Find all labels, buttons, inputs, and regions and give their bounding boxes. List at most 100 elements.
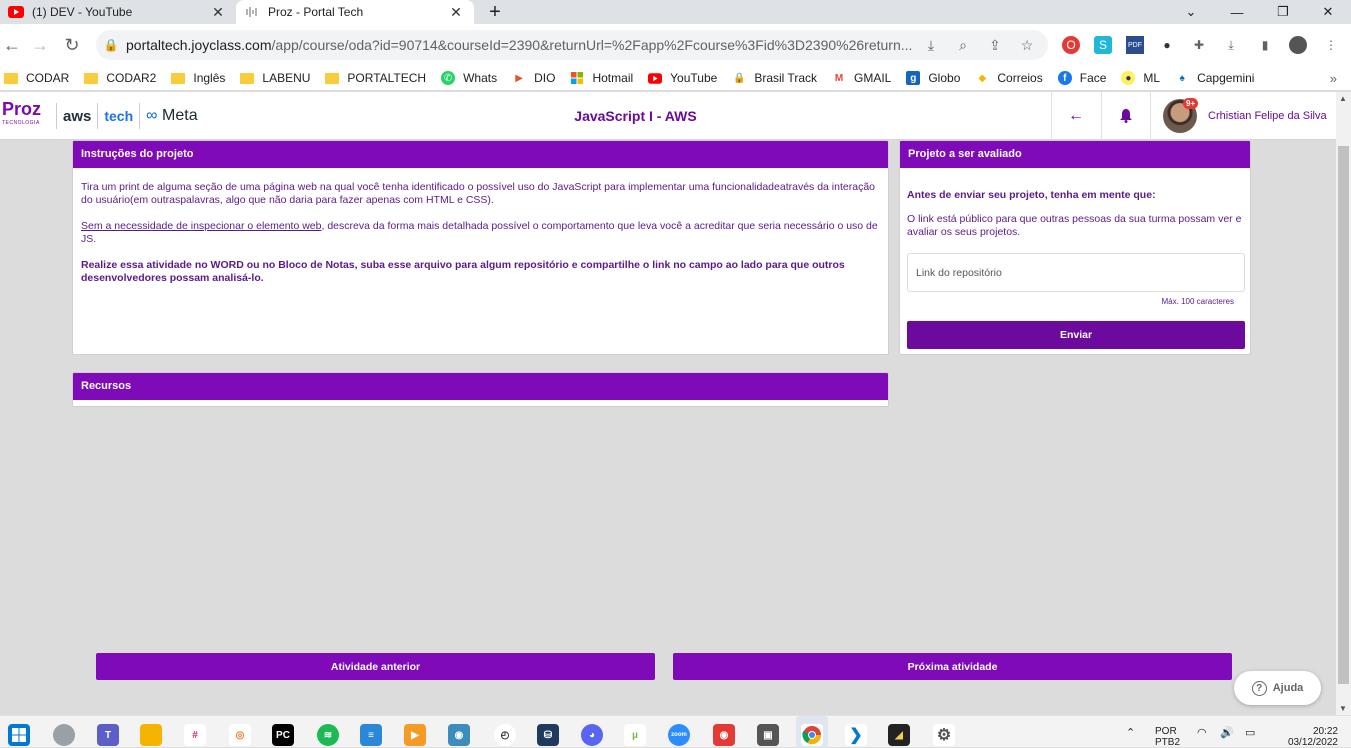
jupyter-icon[interactable]: ◎: [229, 724, 251, 746]
search-icon[interactable]: [53, 724, 75, 746]
language-indicator[interactable]: POR PTB2: [1155, 726, 1180, 748]
chevron-down-icon[interactable]: ⌄: [1168, 0, 1214, 24]
profile-icon[interactable]: [1289, 36, 1307, 54]
notepad-icon[interactable]: ≡: [360, 724, 382, 746]
bookmark-portaltech[interactable]: PORTALTECH: [325, 71, 426, 85]
audio-wave-icon: [244, 4, 260, 20]
opera-extension-icon[interactable]: O: [1062, 36, 1080, 54]
camera-app-icon[interactable]: ◉: [713, 724, 735, 746]
new-tab-button[interactable]: +: [482, 0, 508, 24]
slack-icon[interactable]: #: [184, 724, 206, 746]
pycharm-icon[interactable]: PC: [272, 724, 294, 746]
windows-taskbar: T # ◎ PC ≋ ≡ ▶ ◉ ◴ ⛁ ◕ µ zoom ◉ ▣ ❯ ◢ ⚙ …: [0, 715, 1351, 748]
page-scrollbar[interactable]: ▲ ▼: [1336, 92, 1351, 715]
tab-dev-youtube[interactable]: (1) DEV - YouTube ✕: [0, 0, 236, 24]
project-subheading: Antes de enviar seu projeto, tenha em me…: [907, 189, 1156, 201]
close-window-button[interactable]: ✕: [1305, 0, 1351, 24]
sticky-notes-icon[interactable]: ◢: [888, 724, 910, 746]
download-icon[interactable]: ⤓: [1222, 36, 1240, 54]
folder-icon: [240, 72, 255, 84]
file-explorer-icon[interactable]: [140, 724, 162, 746]
teams-icon[interactable]: T: [97, 724, 119, 746]
side-panel-icon[interactable]: ▮: [1256, 36, 1274, 54]
repository-link-input[interactable]: [907, 253, 1245, 292]
maps-icon[interactable]: ◉: [448, 724, 470, 746]
user-name[interactable]: Crhistian Felipe da Silva: [1208, 110, 1327, 122]
more-bookmarks-icon[interactable]: »: [1330, 71, 1337, 86]
bookmark-ml[interactable]: ● ML: [1121, 71, 1160, 85]
chrome-icon[interactable]: [801, 724, 823, 746]
bookmark-codar2[interactable]: CODAR2: [84, 71, 156, 85]
submit-button[interactable]: Enviar: [907, 321, 1245, 349]
maximize-button[interactable]: ❐: [1260, 0, 1306, 24]
tab-title: (1) DEV - YouTube: [32, 5, 133, 19]
help-button[interactable]: ? Ajuda: [1234, 671, 1321, 705]
back-button[interactable]: ←: [0, 33, 24, 57]
clock[interactable]: 20:22 03/12/2022: [1278, 726, 1338, 748]
volume-icon[interactable]: 🔊: [1220, 726, 1234, 739]
bookmark-face[interactable]: f Face: [1057, 71, 1106, 85]
minimize-button[interactable]: —: [1214, 0, 1260, 24]
zoom-icon[interactable]: ⌕: [952, 34, 974, 56]
install-icon[interactable]: ⤓: [920, 34, 942, 56]
share-icon[interactable]: ⇪: [984, 34, 1006, 56]
url-text[interactable]: portaltech.joyclass.com/app/course/oda?i…: [126, 37, 920, 53]
s-extension-icon[interactable]: S: [1094, 36, 1112, 54]
zoom-icon[interactable]: zoom: [668, 724, 690, 746]
microsoft-icon: [570, 71, 584, 85]
reload-button[interactable]: ↻: [60, 33, 84, 57]
media-player-icon[interactable]: ▶: [404, 724, 426, 746]
scroll-up-icon[interactable]: ▲: [1339, 94, 1347, 103]
spotify-icon[interactable]: ≋: [317, 724, 339, 746]
back-arrow-icon[interactable]: ←: [1066, 106, 1086, 126]
menu-dots-icon[interactable]: ⋮: [1322, 36, 1340, 54]
instructions-heading: Instruções do projeto: [73, 141, 888, 168]
next-activity-button[interactable]: Próxima atividade: [673, 653, 1232, 680]
bookmark-correios[interactable]: ◆ Correios: [975, 71, 1043, 85]
vscode-icon[interactable]: ❯: [845, 724, 867, 746]
battery-icon[interactable]: ▭: [1245, 726, 1255, 739]
bookmark-youtube[interactable]: YouTube: [648, 71, 717, 85]
pdf-extension-icon[interactable]: PDF: [1126, 36, 1144, 54]
bookmark-globo[interactable]: g Globo: [906, 71, 960, 85]
close-tab-icon[interactable]: ✕: [210, 4, 226, 20]
chevron-up-icon[interactable]: ⌃: [1126, 726, 1135, 739]
games-extension-icon[interactable]: ●: [1158, 36, 1176, 54]
browser-toolbar: ← → ↻ 🔒 portaltech.joyclass.com/app/cour…: [0, 24, 1351, 66]
wifi-icon[interactable]: ◠: [1197, 726, 1207, 739]
device-icon[interactable]: ▣: [757, 724, 779, 746]
discord-icon[interactable]: ◕: [581, 724, 603, 746]
facebook-icon: f: [1057, 71, 1072, 85]
lock-icon[interactable]: 🔒: [96, 38, 126, 52]
star-icon[interactable]: ☆: [1016, 34, 1038, 56]
capgemini-icon: ♠: [1179, 72, 1185, 84]
forward-button[interactable]: →: [28, 33, 52, 57]
clock-icon[interactable]: ◴: [494, 724, 516, 746]
bookmark-capgemini[interactable]: ♠ Capgemini: [1175, 71, 1254, 85]
puzzle-icon[interactable]: ✚: [1190, 36, 1208, 54]
scroll-down-icon[interactable]: ▼: [1339, 704, 1347, 713]
bookmark-brasil-track[interactable]: 🔒 Brasil Track: [732, 71, 817, 85]
address-bar[interactable]: 🔒 portaltech.joyclass.com/app/course/oda…: [96, 30, 1048, 60]
previous-activity-button[interactable]: Atividade anterior: [96, 653, 655, 680]
whatsapp-icon: ✆: [441, 71, 456, 85]
windows-start-icon[interactable]: [8, 724, 30, 746]
bookmark-ingles[interactable]: Inglês: [171, 71, 225, 85]
bookmark-dio[interactable]: ▶ DIO: [512, 71, 555, 85]
tab-title: Proz - Portal Tech: [268, 5, 364, 19]
notification-badge: 9+: [1183, 98, 1199, 109]
bookmark-codar[interactable]: CODAR: [4, 71, 69, 85]
tab-proz-portal-tech[interactable]: Proz - Portal Tech ✕: [236, 0, 474, 24]
bookmark-hotmail[interactable]: Hotmail: [570, 71, 633, 85]
bell-icon[interactable]: [1117, 106, 1135, 126]
settings-gear-icon[interactable]: ⚙: [933, 724, 955, 746]
bookmark-whats[interactable]: ✆ Whats: [441, 71, 497, 85]
resources-heading[interactable]: Recursos: [73, 373, 888, 400]
mercadolivre-icon: ●: [1121, 71, 1136, 85]
bookmark-gmail[interactable]: M GMAIL: [832, 71, 892, 85]
scrollbar-thumb[interactable]: [1338, 146, 1349, 684]
mysql-icon[interactable]: ⛁: [537, 724, 559, 746]
bookmark-labenu[interactable]: LABENU: [240, 71, 310, 85]
utorrent-icon[interactable]: µ: [624, 724, 646, 746]
close-tab-icon[interactable]: ✕: [448, 4, 464, 20]
